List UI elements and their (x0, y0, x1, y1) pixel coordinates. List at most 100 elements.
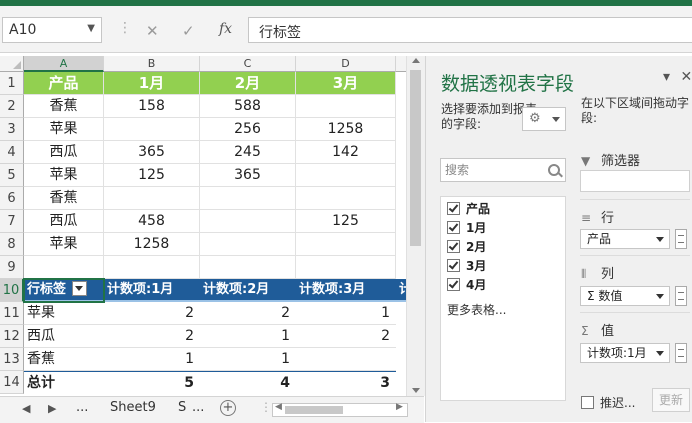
grid-cell[interactable]: 125 (296, 210, 396, 233)
grid-cell[interactable]: 苹果 (24, 233, 104, 256)
row-header[interactable]: 2 (0, 95, 24, 118)
sheet-tab-ellipsis[interactable]: ... (76, 400, 88, 415)
grid-cell[interactable]: 3 (296, 371, 396, 394)
grid-cell[interactable]: 西瓜 (24, 325, 104, 348)
grid-cell[interactable]: 1 (104, 348, 200, 371)
grid-cell[interactable] (200, 210, 296, 233)
rows-scroll-stepper[interactable] (675, 229, 687, 249)
row-header[interactable]: 4 (0, 141, 24, 164)
grid-cell[interactable]: 142 (296, 141, 396, 164)
checkbox-checked-icon[interactable] (447, 278, 460, 291)
sheet-tab-more[interactable]: ... (192, 400, 204, 415)
field-item[interactable]: 产品 (447, 200, 490, 217)
pivot-header-cell[interactable]: 行标签 (24, 279, 104, 302)
scroll-left-icon[interactable]: ◀ (275, 402, 282, 412)
prev-sheet-icon[interactable]: ◀ (22, 402, 30, 415)
row-header[interactable]: 12 (0, 325, 24, 348)
grid-cell[interactable]: 588 (200, 95, 296, 118)
grid-cell[interactable]: 苹果 (24, 118, 104, 141)
horizontal-scroll-thumb[interactable] (285, 406, 343, 414)
filter-drop-zone[interactable] (580, 170, 690, 192)
formula-bar-resize-handle[interactable]: ⋮ (118, 20, 132, 36)
grid-cell[interactable]: 2 (200, 302, 296, 325)
columns-scroll-stepper[interactable] (675, 286, 687, 306)
checkbox-checked-icon[interactable] (447, 221, 460, 234)
grid-cell[interactable]: 365 (200, 164, 296, 187)
pivot-header-cell[interactable]: 计 (396, 279, 406, 302)
name-box[interactable]: A10 ▼ (2, 17, 102, 43)
grid-cell[interactable]: 1 (200, 325, 296, 348)
grid-cell[interactable]: 1 (200, 348, 296, 371)
row-header[interactable]: 13 (0, 348, 24, 371)
sheet-tab-next[interactable]: S (178, 400, 186, 415)
grid-cell[interactable]: 2 (104, 302, 200, 325)
horizontal-scrollbar[interactable] (272, 403, 408, 417)
pane-options-icon[interactable]: ▾ (663, 69, 670, 85)
grid-cell[interactable]: 1258 (296, 118, 396, 141)
grid-cell[interactable]: 西瓜 (24, 141, 104, 164)
update-button[interactable]: 更新 (652, 388, 690, 412)
row-header[interactable]: 10 (0, 279, 24, 302)
column-header-e[interactable] (396, 56, 406, 72)
grid-cell[interactable] (104, 118, 200, 141)
grid-cell[interactable]: 西瓜 (24, 210, 104, 233)
field-item[interactable]: 2月 (447, 238, 486, 255)
grid-cell[interactable]: 1258 (104, 233, 200, 256)
defer-update-checkbox[interactable]: 推迟... (581, 394, 635, 411)
add-sheet-icon[interactable]: + (220, 400, 236, 416)
rows-drop-zone[interactable]: 产品 (580, 229, 690, 251)
field-item[interactable]: 4月 (447, 276, 486, 293)
checkbox-checked-icon[interactable] (447, 240, 460, 253)
grid-cell[interactable] (200, 256, 296, 279)
grid-cell[interactable]: 1月 (104, 72, 200, 95)
grid-cell[interactable]: 香蕉 (24, 187, 104, 210)
grid-cell[interactable]: 5 (104, 371, 200, 394)
columns-drop-zone[interactable]: Σ 数值 (580, 286, 690, 308)
scroll-right-icon[interactable]: ▶ (396, 402, 403, 412)
row-header[interactable]: 14 (0, 371, 24, 394)
field-item[interactable]: 3月 (447, 257, 486, 274)
grid-cell[interactable]: 256 (200, 118, 296, 141)
row-header[interactable]: 1 (0, 72, 24, 95)
row-header[interactable]: 7 (0, 210, 24, 233)
grid-cell[interactable]: 125 (104, 164, 200, 187)
grid-cell[interactable] (296, 187, 396, 210)
grid-cell[interactable]: 4 (200, 371, 296, 394)
cancel-icon[interactable]: ✕ (146, 22, 159, 40)
grid-cell[interactable]: 3月 (296, 72, 396, 95)
scroll-down-icon[interactable] (412, 388, 420, 393)
chevron-down-icon[interactable]: ▼ (87, 23, 95, 34)
values-scroll-stepper[interactable] (675, 343, 687, 363)
grid-cell[interactable]: 1 (296, 302, 396, 325)
field-item[interactable]: 1月 (447, 219, 486, 236)
grid-cell[interactable] (104, 256, 200, 279)
grid-cell[interactable]: 458 (104, 210, 200, 233)
column-header-b[interactable]: B (104, 56, 200, 72)
scroll-thumb[interactable] (410, 70, 421, 246)
row-header[interactable]: 5 (0, 164, 24, 187)
close-icon[interactable]: ✕ (680, 69, 692, 85)
grid-cell[interactable] (24, 256, 104, 279)
next-sheet-icon[interactable]: ▶ (48, 402, 56, 415)
columns-field-chip[interactable]: Σ 数值 (580, 286, 670, 306)
row-header[interactable]: 6 (0, 187, 24, 210)
column-header-d[interactable]: D (296, 56, 396, 72)
row-header[interactable]: 11 (0, 302, 24, 325)
grid-cell[interactable]: 2月 (200, 72, 296, 95)
grid-cell[interactable]: 香蕉 (24, 348, 104, 371)
more-tables-link[interactable]: 更多表格... (447, 301, 506, 318)
checkbox-checked-icon[interactable] (447, 259, 460, 272)
field-search-input[interactable]: 搜索 (440, 158, 566, 182)
grid-cell[interactable]: 2 (104, 325, 200, 348)
grid-cell[interactable] (200, 187, 296, 210)
chevron-down-icon[interactable] (656, 294, 664, 299)
pivot-header-cell[interactable]: 计数项:3月 (296, 279, 396, 302)
grid-cell[interactable]: 365 (104, 141, 200, 164)
enter-icon[interactable]: ✓ (182, 22, 195, 40)
column-header-a[interactable]: A (24, 56, 104, 72)
row-header[interactable]: 8 (0, 233, 24, 256)
grid-cell[interactable] (296, 164, 396, 187)
tab-splitter-handle[interactable]: ⋮ (260, 400, 272, 414)
grid-cell[interactable]: 香蕉 (24, 95, 104, 118)
formula-input[interactable]: 行标签 (248, 17, 692, 43)
